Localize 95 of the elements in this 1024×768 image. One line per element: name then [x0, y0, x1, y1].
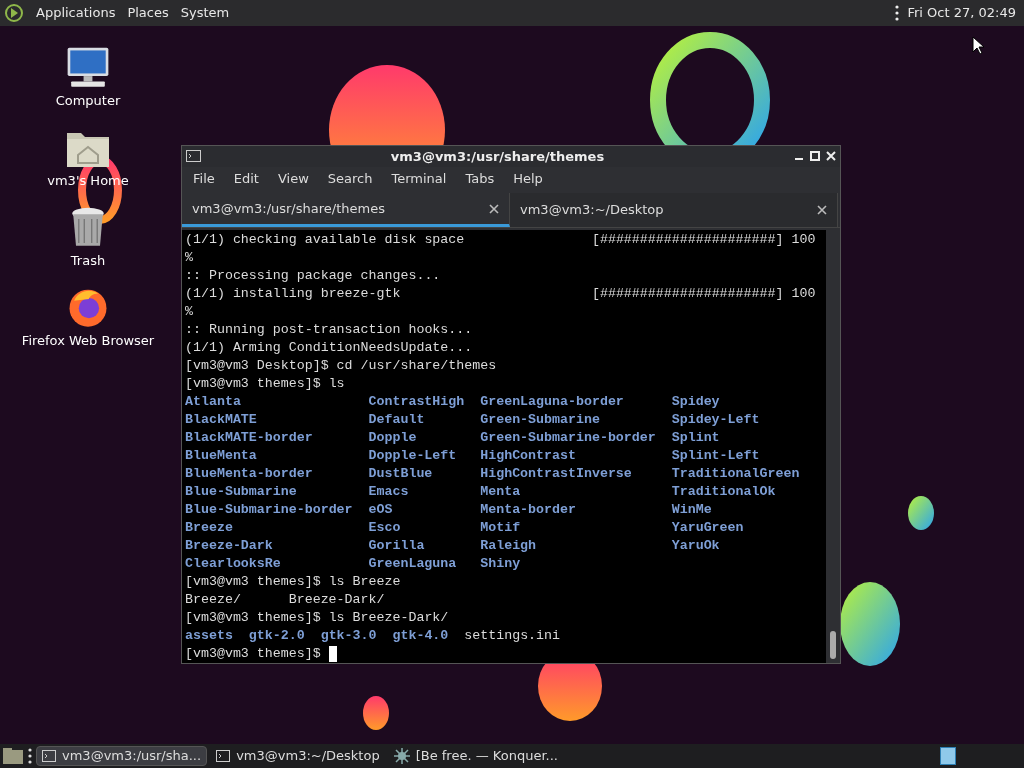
directory-name: Spidey-Left: [671, 411, 760, 429]
directory-name: gtk-2.0: [248, 627, 305, 645]
directory-name: gtk-3.0: [320, 627, 377, 645]
maximize-icon[interactable]: [810, 151, 820, 162]
menu-logo-icon: [4, 3, 24, 23]
menu-item[interactable]: Search: [318, 169, 382, 189]
menu-item[interactable]: Edit: [224, 169, 268, 189]
terminal-line: %: [185, 303, 194, 321]
directory-name: ClearlooksRe: [185, 555, 281, 573]
file-name: settings.ini: [464, 627, 561, 645]
terminal-line: :: Running post-transaction hooks...: [185, 321, 474, 339]
directory-name: gtk-4.0: [392, 627, 449, 645]
close-icon[interactable]: [489, 203, 499, 214]
panel-menu[interactable]: Places: [127, 3, 169, 23]
directory-name: BlueMenta: [185, 447, 257, 465]
directory-name: Emacs: [368, 483, 409, 501]
more-icon[interactable]: [895, 5, 900, 21]
directory-name: HighContrastInverse: [480, 465, 632, 483]
desktop-icon-label[interactable]: Firefox Web Browser: [21, 330, 155, 350]
clock[interactable]: Fri Oct 27, 02:49: [907, 3, 1016, 23]
menu-item[interactable]: Tabs: [456, 169, 504, 189]
directory-name: Menta: [480, 483, 521, 501]
directory-name: Splint-Left: [671, 447, 760, 465]
file-name: Breeze/: [185, 591, 241, 609]
directory-name: HighContrast: [480, 447, 576, 465]
mouse-pointer-icon: [972, 36, 984, 54]
terminal-line: (1/1) checking available disk space: [185, 231, 466, 249]
progress-text: [######################] 100: [591, 231, 816, 249]
directory-name: TraditionalOk: [671, 483, 776, 501]
terminal-tab[interactable]: vm3@vm3:/usr/share/themes: [182, 193, 510, 227]
directory-name: GreenLaguna: [368, 555, 457, 573]
directory-name: Blue-Submarine-border: [185, 501, 353, 519]
terminal-line: [vm3@vm3 themes]$ ls Breeze: [185, 573, 402, 591]
directory-name: assets: [185, 627, 233, 645]
directory-name: Motif: [480, 519, 521, 537]
desktop-icon-label[interactable]: Trash: [70, 250, 106, 270]
directory-name: Breeze: [185, 519, 233, 537]
directory-name: TraditionalGreen: [671, 465, 800, 483]
menu-item[interactable]: View: [268, 169, 318, 189]
directory-name: ContrastHigh: [368, 393, 465, 411]
terminal-icon: [42, 750, 56, 762]
menu-item[interactable]: Help: [504, 169, 552, 189]
terminal-line: [vm3@vm3 Desktop]$ cd /usr/share/themes: [185, 357, 498, 375]
directory-name: YaruGreen: [671, 519, 744, 537]
directory-name: BlackMATE-border: [185, 429, 313, 447]
directory-name: Dopple-Left: [368, 447, 457, 465]
panel-menu[interactable]: Applications: [36, 3, 116, 23]
terminal-line: [vm3@vm3 themes]$ ls Breeze-Dark/: [185, 609, 450, 627]
close-icon[interactable]: [817, 205, 827, 216]
taskbar-button[interactable]: vm3@vm3:/usr/sha...: [36, 746, 208, 766]
menu-item[interactable]: Terminal: [382, 169, 456, 189]
directory-name: Blue-Submarine: [185, 483, 297, 501]
menu-item[interactable]: File: [184, 169, 224, 189]
taskbar-button[interactable]: vm3@vm3:~/Desktop: [211, 746, 385, 766]
directory-name: Menta-border: [480, 501, 576, 519]
terminal-line: (1/1) installing breeze-gtk: [185, 285, 402, 303]
directory-name: Raleigh: [480, 537, 537, 555]
workspace-switcher[interactable]: [940, 747, 956, 765]
terminal-line: [vm3@vm3 themes]$: [185, 645, 322, 663]
directory-name: Breeze-Dark: [185, 537, 273, 555]
directory-name: YaruOk: [671, 537, 720, 555]
directory-name: GreenLaguna-border: [480, 393, 624, 411]
panel-menu[interactable]: System: [180, 3, 230, 23]
terminal-line: (1/1) Arming ConditionNeedsUpdate...: [185, 339, 474, 357]
terminal-line: %: [185, 249, 194, 267]
terminal-line: [vm3@vm3 themes]$ ls: [185, 375, 346, 393]
text-cursor: [328, 646, 337, 662]
directory-name: Default: [368, 411, 425, 429]
directory-name: eOS: [368, 501, 393, 519]
directory-name: BlackMATE: [185, 411, 257, 429]
terminal-icon: [216, 750, 231, 762]
terminal-icon: [186, 150, 201, 163]
directory-name: Shiny: [480, 555, 521, 573]
directory-name: Atlanta: [185, 393, 241, 411]
directory-name: Gorilla: [368, 537, 425, 555]
scrollbar-thumb[interactable]: [830, 631, 836, 659]
directory-name: Splint: [671, 429, 720, 447]
directory-name: Green-Submarine: [480, 411, 600, 429]
gear-icon: [393, 748, 410, 764]
taskbar-button[interactable]: [Be free. — Konquer...: [388, 746, 563, 766]
directory-name: Spidey: [671, 393, 720, 411]
terminal-line: :: Processing package changes...: [185, 267, 442, 285]
handle-icon[interactable]: [28, 748, 32, 764]
directory-name: BlueMenta-border: [185, 465, 313, 483]
directory-name: DustBlue: [368, 465, 433, 483]
desktop-icon-label[interactable]: Computer: [55, 90, 121, 110]
terminal-tab[interactable]: vm3@vm3:~/Desktop: [510, 193, 838, 227]
file-name: Breeze-Dark/: [288, 591, 385, 609]
directory-name: WinMe: [671, 501, 712, 519]
directory-name: Green-Submarine-border: [480, 429, 656, 447]
directory-name: Esco: [368, 519, 401, 537]
progress-text: [######################] 100: [591, 285, 816, 303]
scrollbar[interactable]: [826, 230, 840, 663]
directory-name: Dopple: [368, 429, 417, 447]
window-title: vm3@vm3:/usr/share/themes: [389, 147, 606, 166]
